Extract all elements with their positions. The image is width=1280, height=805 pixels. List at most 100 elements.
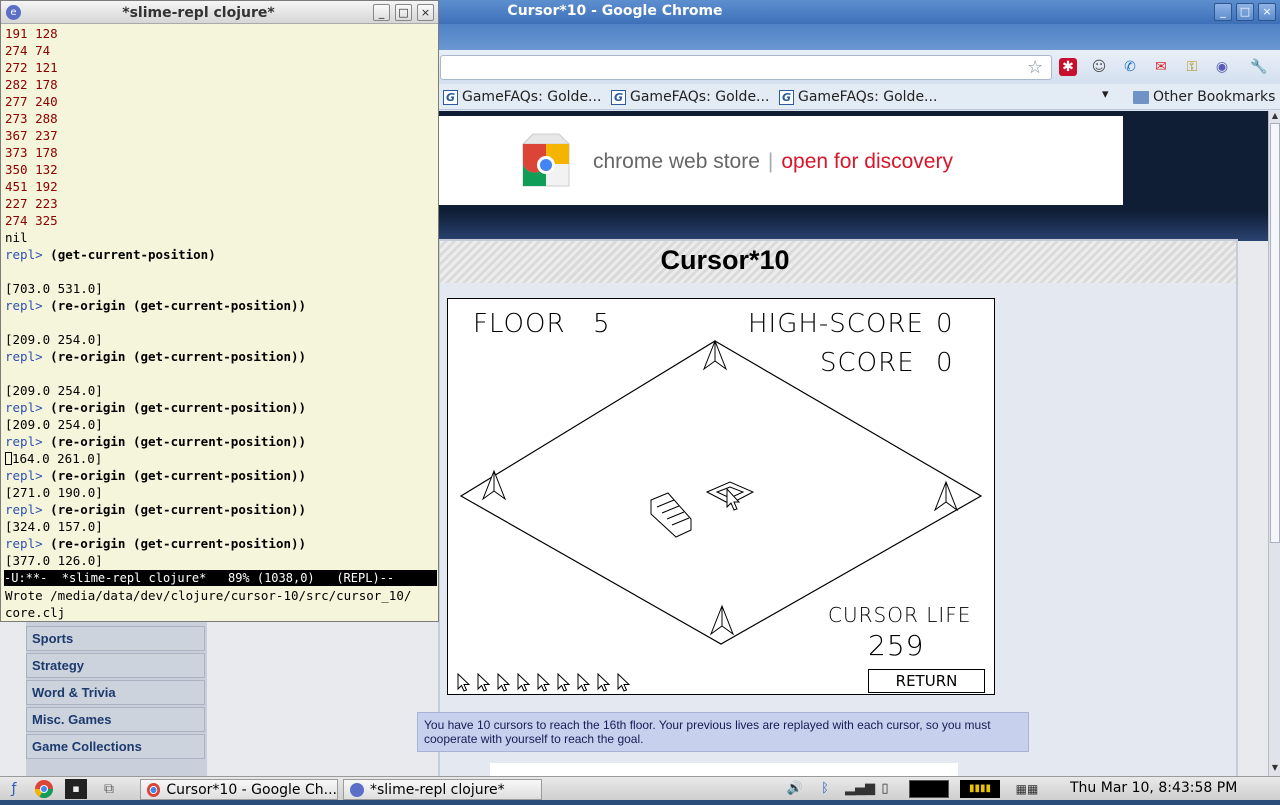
repl-line: [209.0 254.0] — [5, 416, 437, 433]
maximize-icon[interactable]: □ — [1236, 3, 1254, 21]
chrome-web-store-ad[interactable]: chrome web store | open for discovery — [437, 116, 1123, 205]
repl-output: 282 178 — [5, 77, 58, 92]
system-monitor-icon: ▮▮▮▮ — [960, 780, 1000, 798]
repl-command: (get-current-position) — [50, 247, 216, 262]
repl-line: [209.0 254.0] — [5, 331, 437, 348]
close-icon[interactable]: × — [1258, 3, 1276, 21]
repl-line: nil — [5, 229, 437, 246]
battery-icon[interactable]: ▯ — [875, 780, 895, 798]
repl-prompt: repl> — [5, 502, 43, 517]
echo-area: Wrote /media/data/dev/clojure/cursor-10/… — [5, 587, 437, 621]
repl-line: 451 192 — [5, 178, 437, 195]
bluetooth-icon[interactable]: ᛒ — [815, 780, 835, 798]
floor-value: 5 — [593, 309, 611, 339]
extension-red-icon[interactable]: ✱ — [1059, 58, 1077, 76]
repl-line: 367 237 — [5, 127, 437, 144]
repl-prompt: repl> — [5, 298, 43, 313]
echo-line: Wrote /media/data/dev/clojure/cursor-10/… — [5, 588, 412, 603]
volume-icon[interactable]: 🔊 — [785, 780, 805, 798]
repl-output: 191 128 — [5, 26, 58, 41]
repl-command: (re-origin (get-current-position)) — [50, 502, 307, 517]
minimize-icon[interactable]: _ — [373, 4, 390, 21]
pyramid-right — [933, 480, 959, 512]
maximize-icon[interactable]: □ — [395, 4, 412, 21]
repl-line — [5, 263, 437, 280]
floor-label: FLOOR — [473, 309, 566, 339]
key-icon[interactable]: ⚿ — [1183, 58, 1201, 76]
repl-command: (re-origin (get-current-position)) — [50, 434, 307, 449]
minimize-icon[interactable]: _ — [1214, 3, 1232, 21]
workspace-switcher-icon[interactable]: ▦▦ — [1010, 780, 1044, 798]
repl-line: 373 178 — [5, 144, 437, 161]
sidebar-item-word-trivia[interactable]: Word & Trivia — [26, 680, 205, 705]
repl-command: (re-origin (get-current-position)) — [50, 349, 307, 364]
bookmark-item[interactable]: G GameFAQs: Golde... — [443, 87, 601, 107]
network-signal-icon[interactable]: ▂▄▆ — [845, 780, 875, 798]
address-bar[interactable] — [440, 55, 1052, 80]
bookmark-label: GameFAQs: Golde... — [462, 89, 602, 105]
repl-command: (re-origin (get-current-position)) — [50, 536, 307, 551]
folder-icon — [1133, 90, 1149, 104]
repl-result: [324.0 157.0] — [5, 519, 103, 534]
terminal-launcher-icon[interactable]: ▪ — [65, 779, 87, 799]
gamefaqs-icon: G — [443, 89, 458, 105]
page-scrollbar[interactable]: ▲ ▼ — [1268, 111, 1280, 776]
return-button[interactable]: RETURN — [868, 669, 985, 693]
repl-line: 274 325 — [5, 212, 437, 229]
extension-globe-icon[interactable]: ◉ — [1213, 58, 1231, 76]
repl-prompt: repl> — [5, 434, 43, 449]
sidebar-item-sports[interactable]: Sports — [26, 626, 205, 651]
close-icon[interactable]: × — [417, 4, 434, 21]
emacs-window: e *slime-repl clojure* _ □ × 191 128 274 … — [0, 0, 439, 622]
repl-line: [324.0 157.0] — [5, 518, 437, 535]
life-cursor-icon — [477, 673, 490, 692]
reddit-alien-icon[interactable]: ☺ — [1090, 58, 1108, 76]
scroll-up-icon[interactable]: ▲ — [1270, 111, 1280, 122]
repl-line: 277 240 — [5, 93, 437, 110]
repl-prompt: repl> — [5, 536, 43, 551]
taskbar-task-chrome[interactable]: Cursor*10 - Google Ch... — [140, 779, 338, 800]
sidebar-item-strategy[interactable]: Strategy — [26, 653, 205, 678]
wrench-icon[interactable]: 🔧 — [1250, 58, 1268, 76]
repl-line: repl> (re-origin (get-current-position)) — [5, 433, 437, 450]
repl-line: [703.0 531.0] — [5, 280, 437, 297]
repl-line: 191 128 — [5, 25, 437, 42]
high-score-label: HIGH-SCORE — [748, 309, 924, 339]
emacs-titlebar[interactable]: e *slime-repl clojure* _ □ × — [1, 1, 438, 24]
fedora-menu-icon[interactable]: ƒ — [3, 779, 25, 799]
bookmark-item[interactable]: G GameFAQs: Golde... — [611, 87, 769, 107]
repl-output: 273 288 — [5, 111, 58, 126]
scroll-thumb[interactable] — [1270, 123, 1280, 543]
score-value: 0 — [936, 348, 954, 378]
remaining-cursors — [456, 673, 656, 693]
chrome-launcher-icon[interactable] — [33, 779, 55, 799]
repl-command: (re-origin (get-current-position)) — [50, 298, 307, 313]
desktop-launcher-icon[interactable]: ⧉ — [98, 779, 120, 799]
repl-result: [209.0 254.0] — [5, 332, 103, 347]
life-cursor-icon — [497, 673, 510, 692]
repl-line: 227 223 — [5, 195, 437, 212]
repl-output: 367 237 — [5, 128, 58, 143]
repl-buffer[interactable]: 191 128 274 74 272 121 282 178 277 240 273 28… — [5, 25, 437, 570]
taskbar-task-emacs[interactable]: *slime-repl clojure* — [343, 779, 542, 800]
bookmark-star-icon[interactable]: ☆ — [1027, 57, 1043, 78]
repl-line: repl> (re-origin (get-current-position)) — [5, 535, 437, 552]
repl-output: 274 74 — [5, 43, 51, 58]
scroll-down-icon[interactable]: ▼ — [1270, 763, 1280, 774]
emacs-window-title: *slime-repl clojure* — [122, 5, 275, 21]
sidebar-item-game-collections[interactable]: Game Collections — [26, 734, 205, 759]
repl-output: nil — [5, 230, 28, 245]
sidebar-item-misc-games[interactable]: Misc. Games — [26, 707, 205, 732]
other-bookmarks-button[interactable]: Other Bookmarks — [1133, 87, 1275, 107]
gmail-icon[interactable]: ✉ — [1152, 58, 1170, 76]
game-canvas[interactable]: FLOOR 5 HIGH-SCORE 0 SCORE 0 CURSOR LIFE… — [447, 298, 995, 695]
repl-line: repl> (get-current-position) — [5, 246, 437, 263]
phone-icon[interactable]: ✆ — [1121, 58, 1139, 76]
repl-command: (re-origin (get-current-position)) — [50, 400, 307, 415]
repl-line: 273 288 — [5, 110, 437, 127]
taskbar: ƒ ▪ ⧉ Cursor*10 - Google Ch... *slime-re… — [0, 776, 1280, 800]
bookmark-item[interactable]: G GameFAQs: Golde... — [779, 87, 937, 107]
chrome-web-store-logo — [521, 133, 571, 187]
task-label: *slime-repl clojure* — [370, 781, 505, 798]
chevron-down-icon[interactable]: ▾ — [1102, 87, 1109, 102]
